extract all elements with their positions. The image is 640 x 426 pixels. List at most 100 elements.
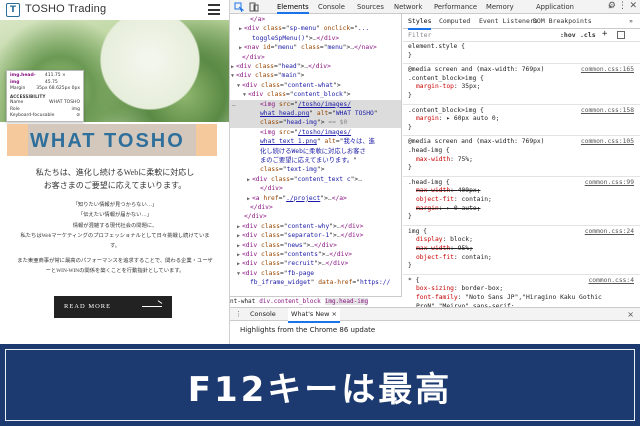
lead-line: お客さまのご要望に応えてまいります。 [43, 181, 187, 190]
tab-application[interactable]: Application [536, 0, 574, 14]
dom-node-line[interactable]: ▶ <div class="contents">…</div> [230, 250, 401, 259]
read-more-button[interactable]: READ MORE [54, 296, 172, 318]
css-rule[interactable]: common.css:4 * {box-sizing: border-box; fo… [403, 277, 640, 307]
tab-performance[interactable]: Performance [434, 0, 477, 14]
dom-node-line[interactable]: ▶ <a href="./project">…</a> [230, 194, 401, 203]
dom-node-line[interactable]: まのご要望に応えてまいります。" [230, 156, 401, 165]
styles-filter-input[interactable]: Filter [408, 31, 431, 39]
expand-arrow-icon: ▼ [237, 82, 241, 89]
drawer-tab-console[interactable]: Console [250, 308, 276, 321]
caption-banner: F12キーは最高 [0, 344, 640, 426]
body-line: また東亜商事が常に最高のパフォーマンスを追求することで、関わる企業・ユーザ [17, 258, 213, 264]
styles-tab-computed[interactable]: Computed [439, 14, 470, 28]
drawer-close-icon[interactable]: × [627, 308, 634, 321]
dom-node-line[interactable]: class="text-img"> [230, 165, 401, 174]
expand-arrow-icon: ▶ [237, 223, 241, 230]
tooltip-row: Margin 35px 68.625px 0px [10, 86, 80, 91]
dom-node-line[interactable]: … <img src="/tosho/images/ [230, 99, 401, 109]
styles-tabs-overflow[interactable]: » [629, 14, 633, 28]
tab-sources[interactable]: Sources [357, 0, 384, 14]
new-rule-button[interactable]: + [602, 29, 607, 39]
breadcrumb: nt-what div.content_block img.head-img [230, 296, 402, 307]
dom-node-line[interactable]: ▶ <nav id="menu" class="menu">…</nav> [230, 43, 401, 52]
dom-node-line[interactable]: </a> [230, 15, 401, 24]
dom-node-line[interactable]: ▼ <div class="content_block"> [230, 90, 401, 99]
breadcrumb-item[interactable]: nt-what [230, 298, 255, 305]
css-source-link: common.css:99 [584, 178, 634, 186]
elements-tree[interactable]: </a> ▶ <div class="sp-menu" onclick="... to… [230, 14, 402, 296]
expand-arrow-icon: ▶ [239, 26, 243, 33]
more-options-icon[interactable]: ⋮ [618, 1, 627, 11]
settings-gear-icon[interactable]: ⚙ [608, 1, 616, 11]
styles-pane: Styles Computed Event Listeners DOM Breakpo… [403, 14, 640, 307]
dom-node-line[interactable]: ▶ <div class="head">…</div> [230, 62, 401, 71]
read-more-label: READ MORE [64, 303, 112, 310]
css-rule[interactable]: common.css:158 .content_block>img {margin… [403, 107, 640, 137]
dom-node-line[interactable]: ▼ <div class="main"> [230, 71, 401, 80]
tab-console[interactable]: Console [318, 0, 345, 14]
what-tosho-heading: WHAT TOSHO [30, 130, 185, 152]
devtools-drawer: ⋮ Console What's New × × Highlights from … [230, 307, 640, 344]
expand-arrow-icon: ▶ [237, 242, 241, 249]
expand-arrow-icon: ▼ [243, 92, 247, 99]
css-rule[interactable]: common.css:165 @media screen and (max-wid… [403, 66, 640, 105]
devtools-tabbar: Elements Console Sources Network Performance… [230, 0, 640, 14]
expand-arrow-icon: ▶ [237, 261, 241, 268]
drawer-menu-icon[interactable]: ⋮ [235, 310, 242, 318]
inspect-element-icon[interactable] [234, 2, 244, 12]
hov-toggle[interactable]: :hov [560, 31, 576, 39]
expand-arrow-icon: ▶ [247, 176, 251, 183]
toggle-sidebar-icon[interactable] [617, 31, 625, 39]
dom-node-line[interactable]: ▼ <div class="content-what"> [230, 81, 401, 90]
dom-node-line[interactable]: ▶ <div class="sp-menu" onclick="... [230, 24, 401, 33]
css-source-link: common.css:105 [580, 138, 634, 146]
tab-elements[interactable]: Elements [277, 0, 309, 14]
css-source-link: common.css:4 [588, 276, 635, 284]
body-line: す。 [109, 243, 121, 249]
dom-node-line[interactable]: <img src="/tosho/images/ [230, 128, 401, 137]
device-toolbar-icon[interactable] [249, 2, 259, 12]
site-logo-icon[interactable]: T [6, 3, 20, 17]
expand-arrow-icon: ▼ [237, 270, 241, 277]
dom-node-line[interactable]: 化し続けるWebに柔軟に対応しお客さ [230, 147, 401, 156]
dom-node-line[interactable]: ▶ <div class="content-why">…</div> [230, 222, 401, 231]
dom-node-line[interactable]: ▶ <div class="recruit">…</div> [230, 259, 401, 268]
styles-tabbar: Styles Computed Event Listeners DOM Breakpo… [403, 14, 640, 30]
tab-network[interactable]: Network [394, 0, 422, 14]
css-rule[interactable]: element.style {} [403, 43, 640, 65]
hamburger-menu-icon[interactable] [208, 4, 220, 15]
dom-node-line[interactable]: ▶ <div class="separator-1">…</div> [230, 231, 401, 240]
body-line: ーとWIN-WINの関係を築くことを行動指針としています。 [45, 268, 185, 274]
styles-tab-event-listeners[interactable]: Event Listeners [479, 14, 538, 28]
dom-node-line[interactable]: class="head-img"> == $0 [230, 118, 401, 128]
styles-tab-styles[interactable]: Styles [408, 14, 432, 30]
expand-arrow-icon: ▶ [239, 45, 243, 52]
dom-node-line[interactable]: ▶ <div class="news">…</div> [230, 241, 401, 250]
dom-node-line[interactable]: </div> [230, 53, 401, 62]
dom-node-line[interactable]: fb_iframe_widget" data-href="https:// [230, 278, 401, 287]
breadcrumb-item[interactable]: div.content_block [259, 298, 320, 305]
css-rule[interactable]: common.css:24 img {display: block; max-wid… [403, 228, 640, 275]
dom-node-line[interactable]: toggleSpMenu()">…</div> [230, 34, 401, 43]
close-devtools-icon[interactable]: ✕ [629, 1, 637, 11]
site-brand[interactable]: TOSHO Trading [25, 3, 106, 15]
banner-title: F12キーは最高 [187, 370, 453, 410]
breadcrumb-item[interactable]: img.head-img [324, 298, 369, 305]
drawer-tab-what-s-new[interactable]: What's New × [288, 308, 341, 323]
css-rule[interactable]: common.css:105 @media screen and (max-wid… [403, 138, 640, 177]
css-rule[interactable]: common.css:99 .head-img {max-width: 400px… [403, 179, 640, 226]
expand-arrow-icon: ▶ [237, 252, 241, 258]
expand-arrow-icon: ▶ [247, 195, 251, 202]
tab-memory[interactable]: Memory [486, 0, 514, 14]
dom-node-line[interactable]: ▶ <div class="content_text c">… [230, 175, 401, 184]
dom-node-line[interactable]: </div> [230, 203, 401, 212]
css-source-link: common.css:165 [580, 66, 634, 74]
styles-tab-dom-breakpoints[interactable]: DOM Breakpoints [533, 14, 592, 28]
dom-node-line[interactable]: what_head.png" alt="WHAT TOSHO" [230, 109, 401, 119]
cls-toggle[interactable]: .cls [580, 31, 596, 39]
dom-node-line[interactable]: </div> [230, 212, 401, 221]
expand-arrow-icon: ▼ [231, 73, 235, 80]
dom-node-line[interactable]: </div> [230, 184, 401, 193]
dom-node-line[interactable]: what_text_1.png" alt="我々は、進 [230, 137, 401, 146]
dom-node-line[interactable]: ▼ <div class="fb-page [230, 269, 401, 278]
